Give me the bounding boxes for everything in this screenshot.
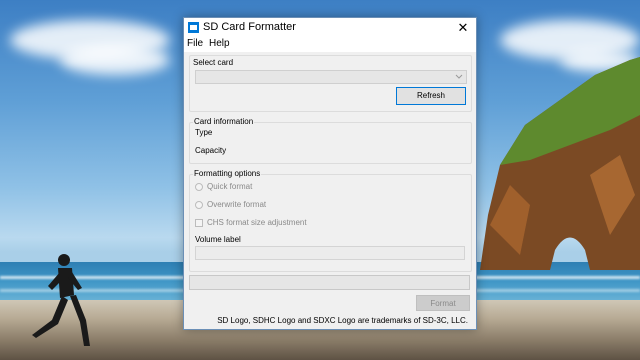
menu-bar: File Help	[184, 37, 476, 52]
quick-format-radio[interactable]	[195, 183, 203, 191]
menu-help[interactable]: Help	[209, 38, 230, 49]
type-label: Type	[195, 128, 213, 137]
runner-silhouette	[32, 254, 90, 346]
sd-card-formatter-window: SD Card Formatter ✕ File Help Select car…	[183, 17, 477, 330]
chs-adjustment-checkbox[interactable]	[195, 219, 203, 227]
close-button[interactable]: ✕	[450, 18, 476, 37]
quick-format-label: Quick format	[207, 182, 253, 191]
overwrite-format-radio[interactable]	[195, 201, 203, 209]
chevron-down-icon	[455, 74, 463, 79]
window-title: SD Card Formatter	[203, 21, 296, 33]
sd-card-icon	[188, 22, 199, 33]
card-select-dropdown[interactable]	[195, 70, 467, 84]
cloud	[60, 45, 170, 75]
menu-file[interactable]: File	[187, 38, 203, 49]
select-card-label: Select card	[193, 58, 234, 67]
volume-label-caption: Volume label	[195, 235, 241, 244]
format-button[interactable]: Format	[416, 295, 470, 311]
format-progress-bar	[189, 275, 470, 290]
refresh-button[interactable]: Refresh	[396, 87, 466, 105]
title-bar[interactable]: SD Card Formatter ✕	[184, 18, 476, 37]
chs-adjustment-label: CHS format size adjustment	[207, 218, 307, 227]
trademark-notice: SD Logo, SDHC Logo and SDXC Logo are tra…	[217, 316, 468, 325]
capacity-label: Capacity	[195, 146, 227, 155]
card-information-legend: Card information	[193, 117, 255, 126]
sea-rock-arch	[480, 57, 640, 270]
volume-label-input[interactable]	[195, 246, 465, 260]
formatting-options-legend: Formatting options	[193, 169, 262, 178]
card-information-group	[189, 122, 472, 164]
overwrite-format-label: Overwrite format	[207, 200, 267, 209]
